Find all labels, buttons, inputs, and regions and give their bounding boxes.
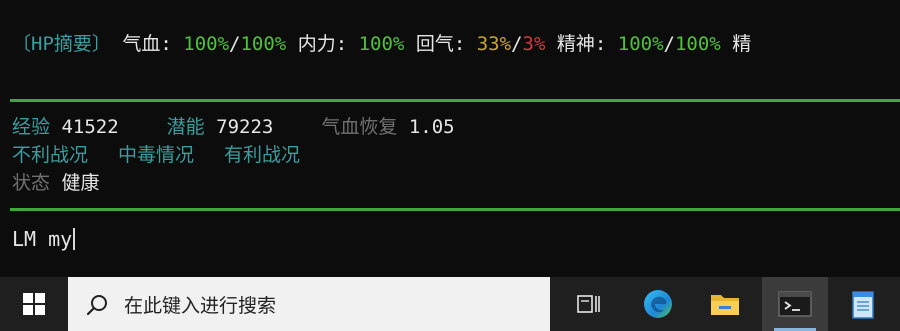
hp-summary-line: 〔HP摘要〕 气血: 100%/100% 内力: 100% 回气: 33%/3%…	[12, 32, 751, 56]
neili-label: 内力:	[297, 33, 348, 55]
poison-condition: 中毒情况	[118, 144, 195, 166]
adverse-condition: 不利战况	[12, 144, 89, 166]
jingshen-separator: /	[663, 33, 675, 55]
qixue-value-max: 100%	[240, 33, 287, 55]
exp-value: 41522	[61, 116, 119, 138]
task-view-button[interactable]	[560, 277, 620, 331]
truncated-text: 精	[732, 33, 752, 55]
search-placeholder: 在此键入进行搜索	[124, 295, 277, 317]
jingshen-value-current: 100%	[617, 33, 664, 55]
qixue-label: 气血:	[122, 33, 172, 55]
command-input[interactable]: LM my	[12, 227, 76, 251]
qixue-separator: /	[229, 33, 241, 55]
status-value: 健康	[61, 172, 100, 194]
taskbar: 在此键入进行搜索	[0, 277, 900, 331]
windows-logo-icon	[23, 293, 45, 315]
terminal-window[interactable]: 〔HP摘要〕 气血: 100%/100% 内力: 100% 回气: 33%/3%…	[0, 0, 900, 277]
huiqi-label: 回气:	[415, 33, 466, 55]
edge-icon	[644, 290, 672, 318]
taskbar-search-box[interactable]: 在此键入进行搜索	[68, 277, 550, 331]
stats-row: 经验 41522 潜能 79223 气血恢复 1.05	[12, 115, 455, 139]
potential-value: 79223	[216, 116, 274, 138]
notepad-taskbar-button[interactable]	[833, 277, 893, 331]
status-row: 状态 健康	[12, 171, 99, 195]
exp-label: 经验	[12, 116, 51, 138]
huiqi-value-current: 33%	[476, 33, 512, 55]
task-view-icon	[577, 295, 600, 313]
divider-bottom	[10, 208, 900, 211]
file-explorer-taskbar-button[interactable]	[695, 277, 755, 331]
terminal-icon	[778, 291, 812, 317]
edge-taskbar-button[interactable]	[628, 277, 688, 331]
jingshen-label: 精神:	[556, 33, 607, 55]
search-icon	[86, 295, 107, 316]
huiqi-value-max: 3%	[522, 33, 546, 55]
terminal-taskbar-button[interactable]	[762, 277, 828, 331]
jingshen-value-max: 100%	[674, 33, 721, 55]
huiqi-separator: /	[511, 33, 523, 55]
command-input-text: LM my	[12, 227, 73, 251]
favorable-condition: 有利战况	[224, 144, 301, 166]
status-label: 状态	[12, 172, 51, 194]
potential-label: 潜能	[166, 116, 205, 138]
qixue-value-current: 100%	[183, 33, 230, 55]
neili-value: 100%	[358, 33, 405, 55]
hp-summary-prefix: 〔HP摘要〕	[12, 33, 111, 55]
file-explorer-icon	[711, 295, 739, 315]
divider-top	[10, 99, 900, 102]
text-cursor	[73, 228, 76, 250]
regen-label: 气血恢复	[321, 116, 398, 138]
conditions-row: 不利战况 中毒情况 有利战况	[12, 143, 300, 167]
notepad-icon	[852, 291, 874, 319]
start-button[interactable]	[0, 277, 68, 331]
regen-value: 1.05	[408, 116, 455, 138]
